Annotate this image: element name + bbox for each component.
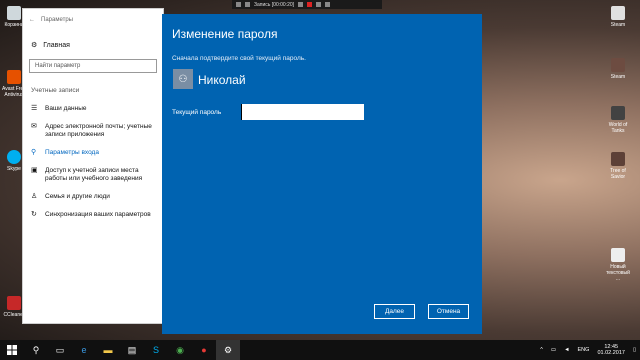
nav-item-label: Адрес электронной почты; учетные записи … — [45, 123, 152, 138]
people-icon: ♙ — [31, 193, 38, 200]
recording-status: Запись [00:00:20] — [254, 1, 295, 8]
start-button[interactable] — [0, 340, 24, 360]
recorder-taskbar-icon[interactable]: ● — [192, 340, 216, 360]
settings-title: Параметры — [41, 17, 73, 23]
user-avatar-icon: ⚇ — [173, 69, 193, 89]
close-icon[interactable] — [325, 2, 331, 7]
volume-icon[interactable]: ◄ — [564, 347, 569, 353]
file-explorer-icon[interactable]: ▬ — [96, 340, 120, 360]
cancel-button[interactable]: Отмена — [428, 304, 469, 319]
desktop-icon-label: World of Tanks — [608, 122, 628, 134]
nav-item-your-info[interactable]: ☰ Ваши данные — [23, 100, 163, 118]
nav-item-label: Синхронизация ваших параметров — [45, 211, 151, 218]
settings-window: ← Параметры ⚙ Главная Найти параметр Уче… — [22, 8, 164, 324]
person-card-icon: ☰ — [31, 105, 38, 112]
recording-toolbar: Запись [00:00:20] — [232, 0, 382, 9]
stop-icon[interactable] — [307, 2, 313, 7]
chevron-up-icon[interactable]: ^ — [540, 347, 543, 353]
desktop-icon-label: Новый текстовый ... — [606, 264, 630, 282]
nav-item-label: Ваши данные — [45, 105, 87, 112]
skype-taskbar-icon[interactable]: S — [144, 340, 168, 360]
desktop-icon-steam-1[interactable]: Steam — [604, 6, 632, 28]
recorder-settings-icon[interactable] — [245, 2, 250, 7]
language-indicator[interactable]: ENG — [578, 347, 590, 353]
task-view-icon[interactable]: ▭ — [48, 340, 72, 360]
nav-item-work-access[interactable]: ▣ Доступ к учетной записи места работы и… — [23, 162, 163, 188]
current-password-input[interactable] — [241, 104, 364, 120]
settings-taskbar-icon[interactable]: ⚙ — [216, 340, 240, 360]
network-icon[interactable]: ▭ — [551, 347, 556, 353]
recorder-menu-icon[interactable] — [236, 2, 241, 7]
edge-icon[interactable]: e — [72, 340, 96, 360]
key-icon: ⚲ — [31, 149, 37, 156]
chrome-icon[interactable]: ◉ — [168, 340, 192, 360]
clock[interactable]: 12:45 01.02.2017 — [597, 344, 625, 356]
desktop-icon-label: Steam — [610, 22, 626, 28]
system-tray: ^ ▭ ◄ ENG 12:45 01.02.2017 ▯ — [540, 340, 636, 360]
desktop-icon-world-of-tanks[interactable]: World of Tanks — [604, 106, 632, 134]
desktop-icon-text-file[interactable]: Новый текстовый ... — [604, 248, 632, 282]
gear-icon: ⚙ — [31, 42, 38, 49]
clock-date: 01.02.2017 — [597, 350, 625, 356]
search-icon[interactable]: ⚲ — [24, 340, 48, 360]
nav-item-sync[interactable]: ↻ Синхронизация ваших параметров — [23, 206, 163, 224]
notifications-icon[interactable]: ▯ — [633, 347, 636, 353]
home-label: Главная — [43, 41, 70, 49]
desktop-icon-steam-2[interactable]: Steam — [604, 58, 632, 80]
next-button[interactable]: Далее — [374, 304, 415, 319]
user-name: Николай — [198, 73, 246, 87]
back-arrow-icon[interactable]: ← — [29, 17, 35, 23]
dialog-subtitle: Сначала подтвердите свой текущий пароль. — [172, 55, 306, 62]
nav-item-family[interactable]: ♙ Семья и другие люди — [23, 188, 163, 206]
camera-icon[interactable] — [316, 2, 322, 7]
mail-icon: ✉ — [31, 123, 37, 130]
store-icon[interactable]: ▤ — [120, 340, 144, 360]
change-password-dialog: Изменение пароля Сначала подтвердите сво… — [162, 14, 482, 334]
desktop-icon-label: Tree of Savior — [610, 168, 626, 180]
windows-logo-icon — [7, 345, 17, 355]
taskbar: ⚲ ▭ e ▬ ▤ S ◉ ● ⚙ ^ ▭ ◄ ENG 12:45 01.02.… — [0, 340, 640, 360]
dialog-title: Изменение пароля — [172, 27, 278, 41]
nav-item-label: Доступ к учетной записи места работы или… — [45, 167, 143, 182]
section-heading: Учетные записи — [31, 87, 80, 94]
pause-icon[interactable] — [298, 2, 304, 7]
nav-item-label: Семья и другие люди — [45, 193, 110, 200]
desktop-icon-tree-of-savior[interactable]: Tree of Savior — [604, 152, 632, 180]
home-link[interactable]: ⚙ Главная — [23, 31, 163, 50]
briefcase-icon: ▣ — [31, 167, 38, 174]
sync-icon: ↻ — [31, 211, 37, 218]
settings-search-input[interactable]: Найти параметр — [29, 59, 157, 73]
settings-titlebar: ← Параметры — [23, 9, 163, 31]
nav-item-sign-in-options[interactable]: ⚲ Параметры входа — [23, 144, 163, 162]
search-placeholder: Найти параметр — [35, 63, 81, 69]
nav-item-label: Параметры входа — [45, 149, 99, 156]
password-label: Текущий пароль — [172, 109, 222, 116]
desktop-icon-label: Skype — [7, 166, 21, 172]
desktop-icon-label: Корзина — [4, 22, 24, 28]
desktop-icon-label: Steam — [610, 74, 626, 80]
nav-item-email-accounts[interactable]: ✉ Адрес электронной почты; учетные запис… — [23, 118, 163, 144]
